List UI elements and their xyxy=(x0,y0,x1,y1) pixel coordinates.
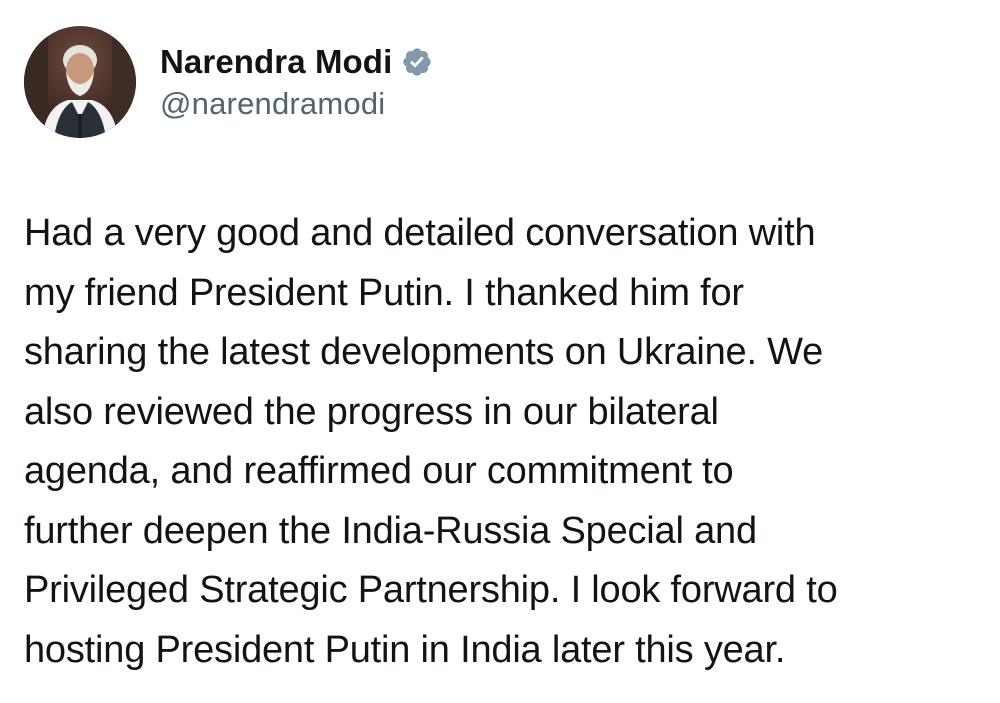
author-names: Narendra Modi @narendramodi xyxy=(160,26,433,122)
avatar-image xyxy=(24,26,136,138)
avatar[interactable] xyxy=(24,26,136,138)
name-row: Narendra Modi xyxy=(160,40,433,84)
handle[interactable]: @narendramodi xyxy=(160,86,433,122)
verified-badge-icon xyxy=(401,46,433,78)
tweet-text: Had a very good and detailed conversatio… xyxy=(24,212,838,671)
display-name[interactable]: Narendra Modi xyxy=(160,43,392,81)
tweet-card: Narendra Modi @narendramodi Had a very g… xyxy=(0,0,1000,703)
tweet-header: Narendra Modi @narendramodi xyxy=(24,26,433,138)
